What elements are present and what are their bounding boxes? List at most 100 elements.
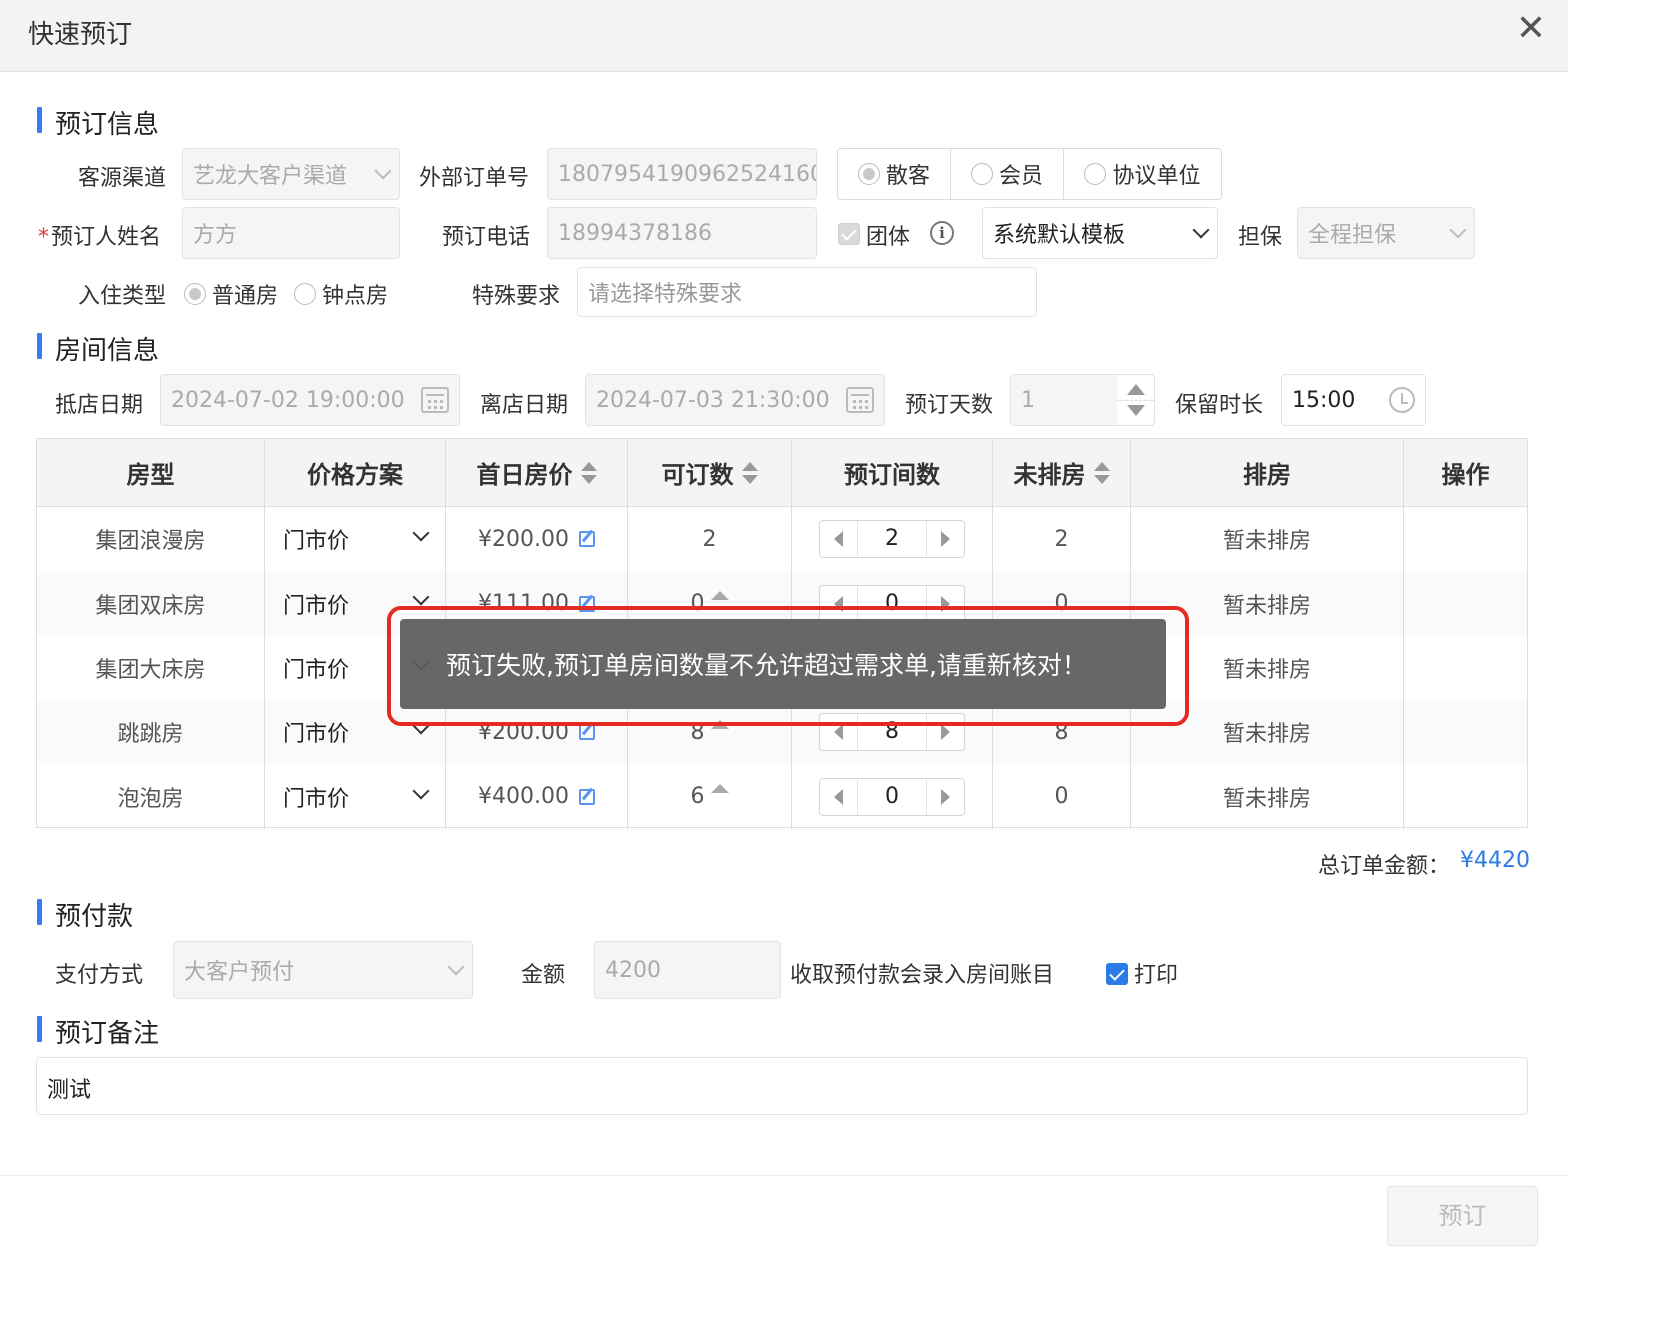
chevron-down-icon: [374, 162, 392, 180]
radio-icon: [857, 163, 880, 185]
group-checkbox[interactable]: [838, 221, 860, 246]
sort-icon[interactable]: [741, 461, 758, 485]
checkin-type-normal-radio[interactable]: [184, 281, 206, 306]
chevron-down-icon: [1449, 221, 1467, 239]
cell-price-plan-select[interactable]: 门市价: [265, 764, 446, 829]
amount-value: 4200: [605, 957, 661, 983]
cell-unassigned: 0: [993, 764, 1131, 829]
print-label: 打印: [1134, 963, 1179, 988]
amount-field[interactable]: 4200: [594, 941, 781, 999]
header-label: 可订数: [661, 461, 734, 489]
depart-date-field[interactable]: 2024-07-03 21:30:00: [585, 374, 885, 426]
dialog-footer: [0, 1175, 1568, 1254]
chevron-down-icon: [412, 782, 430, 800]
cell-room-type: 跳跳房: [37, 700, 265, 765]
group-label: 团体: [866, 225, 911, 250]
increment-button[interactable]: [926, 778, 964, 815]
total-label: 总订单金额：: [1318, 854, 1451, 879]
table-header: 房型 价格方案 首日房价 可订数 预订间数 未排房 排房 操作: [37, 439, 1527, 507]
special-placeholder: 请选择特殊要求: [588, 282, 743, 307]
sort-icon[interactable]: [1093, 461, 1110, 485]
radio-icon: [294, 283, 316, 305]
arrow-left-icon: [834, 788, 843, 805]
cell-price: ¥200.00: [446, 507, 628, 572]
col-first-day-price[interactable]: 首日房价: [446, 439, 628, 506]
guarantee-select[interactable]: 全程担保: [1297, 207, 1475, 259]
decrement-button[interactable]: [820, 778, 858, 815]
cell-unassigned: 2: [993, 507, 1131, 572]
col-unassigned[interactable]: 未排房: [993, 439, 1131, 506]
booker-name-field[interactable]: 方方: [182, 207, 400, 259]
days-field[interactable]: 1: [1010, 374, 1118, 426]
price-plan-value: 门市价: [283, 529, 350, 555]
depart-label: 离店日期: [480, 393, 569, 418]
col-assign: 排房: [1131, 439, 1404, 506]
header-label: 价格方案: [307, 461, 403, 489]
prepay-note: 收取预付款会录入房间账目: [790, 963, 1055, 988]
arrive-date-field[interactable]: 2024-07-02 19:00:00: [160, 374, 460, 426]
cell-room-type: 集团双床房: [37, 571, 265, 636]
cell-assign: 暂未排房: [1131, 507, 1404, 572]
checkin-type-hourly-radio[interactable]: [294, 281, 316, 306]
chevron-down-icon: [412, 524, 430, 542]
days-spinner[interactable]: [1117, 374, 1155, 426]
info-icon[interactable]: i: [930, 221, 954, 245]
special-label: 特殊要求: [472, 284, 561, 309]
count-stepper[interactable]: 0: [819, 777, 965, 816]
increment-button[interactable]: [926, 521, 964, 558]
guest-type-walkin[interactable]: 散客: [838, 149, 951, 199]
count-value[interactable]: 2: [858, 521, 926, 557]
sort-icon[interactable]: [580, 461, 597, 485]
special-select[interactable]: 请选择特殊要求: [577, 267, 1037, 317]
cell-actions: [1404, 700, 1527, 764]
available-value: 6: [690, 784, 705, 810]
calendar-icon: [846, 387, 874, 413]
col-available[interactable]: 可订数: [628, 439, 792, 506]
count-value[interactable]: 0: [858, 779, 926, 815]
spinner-up-icon[interactable]: [1127, 384, 1145, 395]
guest-type-agreement[interactable]: 协议单位: [1064, 149, 1221, 199]
arrow-right-icon: [941, 788, 950, 805]
checkbox-icon: [838, 223, 860, 245]
cell-room-type: 集团大床房: [37, 635, 265, 701]
cell-price-plan-select[interactable]: 门市价: [265, 507, 446, 572]
decrement-button[interactable]: [820, 521, 858, 558]
header-label: 预订间数: [844, 461, 940, 489]
required-mark: *: [38, 225, 49, 250]
phone-value: 18994378186: [558, 220, 712, 246]
section-booking-info: 预订信息: [36, 104, 159, 141]
days-label: 预订天数: [905, 393, 994, 418]
cell-count: 0: [792, 764, 993, 829]
col-room-type: 房型: [37, 439, 265, 506]
chevron-down-icon: [447, 958, 465, 976]
guest-type-member[interactable]: 会员: [951, 149, 1064, 199]
edit-icon[interactable]: [578, 531, 595, 548]
remark-textarea[interactable]: 测试: [36, 1057, 1528, 1115]
booker-name-value: 方方: [193, 223, 238, 248]
arrow-right-icon: [941, 724, 950, 741]
close-icon[interactable]: ✕: [1512, 10, 1550, 48]
edit-icon[interactable]: [578, 788, 595, 805]
source-label: 客源渠道: [78, 166, 167, 191]
cell-available: 2: [628, 507, 792, 572]
checkin-type-hourly-label: 钟点房: [322, 284, 389, 309]
price-plan-value: 门市价: [283, 786, 350, 812]
col-booked-count: 预订间数: [792, 439, 993, 506]
source-select[interactable]: 艺龙大客户渠道: [182, 148, 400, 200]
book-button[interactable]: 预订: [1387, 1186, 1538, 1246]
phone-field[interactable]: 18994378186: [547, 207, 817, 259]
count-stepper[interactable]: 2: [819, 520, 965, 559]
caret-up-icon: [710, 591, 729, 601]
template-value: 系统默认模板: [993, 223, 1126, 248]
price-plan-value: 门市价: [283, 593, 350, 619]
hold-time-field[interactable]: 15:00: [1281, 374, 1426, 426]
print-checkbox[interactable]: [1106, 961, 1128, 986]
pay-method-select[interactable]: 大客户预付: [173, 941, 473, 999]
ext-order-field[interactable]: 1807954190962524160: [547, 148, 817, 200]
booker-name-label: *预订人姓名: [38, 219, 161, 251]
ext-order-label: 外部订单号: [419, 166, 530, 191]
spinner-down-icon[interactable]: [1127, 405, 1145, 416]
template-select[interactable]: 系统默认模板: [982, 207, 1218, 259]
edit-icon[interactable]: [578, 724, 595, 741]
amount-label: 金额: [521, 963, 566, 988]
